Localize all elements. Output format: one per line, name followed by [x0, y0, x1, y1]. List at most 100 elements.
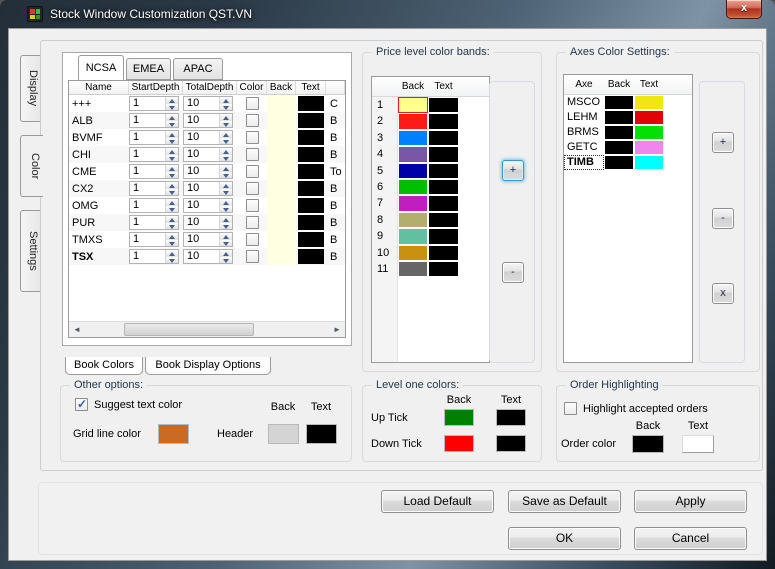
- back-color-cell[interactable]: [267, 197, 296, 214]
- band-back-swatch[interactable]: [398, 261, 428, 277]
- text-color-cell[interactable]: [296, 129, 326, 146]
- column-header[interactable]: StartDepth: [129, 81, 183, 94]
- axis-text-swatch[interactable]: [634, 155, 664, 170]
- axis-name[interactable]: BRMS: [564, 125, 604, 140]
- back-color-cell[interactable]: [267, 112, 296, 129]
- color-checkbox[interactable]: [245, 97, 259, 110]
- axis-text-swatch[interactable]: [634, 110, 664, 125]
- axis-name[interactable]: TIMB: [564, 155, 604, 170]
- color-checkbox[interactable]: [245, 131, 259, 144]
- header-text-swatch[interactable]: [306, 424, 337, 444]
- start-depth-spinner[interactable]: 1: [129, 147, 183, 162]
- start-depth-spinner[interactable]: 1: [129, 96, 183, 111]
- order-back-swatch[interactable]: [632, 435, 664, 453]
- column-header[interactable]: Back: [267, 81, 296, 94]
- remove-axis-button[interactable]: -: [712, 208, 734, 229]
- axis-text-swatch[interactable]: [634, 140, 664, 155]
- ok-button[interactable]: OK: [508, 527, 621, 550]
- scroll-right-icon[interactable]: ►: [329, 322, 345, 337]
- spinner-arrows-icon[interactable]: [165, 131, 178, 144]
- spinner-arrows-icon[interactable]: [165, 199, 178, 212]
- total-depth-spinner[interactable]: 10: [183, 181, 237, 196]
- order-text-swatch[interactable]: [682, 435, 714, 453]
- spinner-arrows-icon[interactable]: [165, 216, 178, 229]
- spinner-arrows-icon[interactable]: [219, 131, 232, 144]
- band-text-swatch[interactable]: [428, 97, 459, 113]
- text-color-cell[interactable]: [296, 180, 326, 197]
- start-depth-spinner[interactable]: 1: [129, 130, 183, 145]
- text-color-cell[interactable]: [296, 214, 326, 231]
- start-depth-spinner[interactable]: 1: [129, 249, 183, 264]
- total-depth-spinner[interactable]: 10: [183, 130, 237, 145]
- axes-table[interactable]: Axe Back Text MSCO LEHM BRMS GETC TIMB: [563, 74, 693, 363]
- color-checkbox[interactable]: [245, 216, 259, 229]
- save-as-default-button[interactable]: Save as Default: [508, 490, 621, 513]
- band-text-swatch[interactable]: [428, 146, 459, 162]
- color-checkbox[interactable]: [245, 114, 259, 127]
- axis-text-swatch[interactable]: [634, 125, 664, 140]
- band-text-swatch[interactable]: [428, 163, 459, 179]
- apply-button[interactable]: Apply: [634, 490, 747, 513]
- color-checkbox[interactable]: [245, 182, 259, 195]
- spinner-arrows-icon[interactable]: [219, 114, 232, 127]
- text-color-cell[interactable]: [296, 248, 326, 265]
- total-depth-spinner[interactable]: 10: [183, 249, 237, 264]
- band-text-swatch[interactable]: [428, 179, 459, 195]
- spinner-arrows-icon[interactable]: [219, 233, 232, 246]
- axis-text-swatch[interactable]: [634, 95, 664, 110]
- tab-settings[interactable]: Settings: [20, 210, 41, 292]
- axis-back-swatch[interactable]: [604, 125, 634, 140]
- band-back-swatch[interactable]: [398, 113, 428, 129]
- band-back-swatch[interactable]: [398, 146, 428, 162]
- up-tick-text-swatch[interactable]: [496, 409, 526, 426]
- spinner-arrows-icon[interactable]: [165, 165, 178, 178]
- color-checkbox[interactable]: [245, 165, 259, 178]
- tab-book-display-options[interactable]: Book Display Options: [145, 357, 271, 375]
- spinner-arrows-icon[interactable]: [219, 199, 232, 212]
- total-depth-spinner[interactable]: 10: [183, 215, 237, 230]
- tab-emea[interactable]: EMEA: [126, 58, 171, 80]
- column-header[interactable]: Name: [69, 81, 129, 94]
- column-header[interactable]: Text: [296, 81, 326, 94]
- color-checkbox[interactable]: [245, 199, 259, 212]
- band-text-swatch[interactable]: [428, 212, 459, 228]
- back-color-cell[interactable]: [267, 214, 296, 231]
- band-text-swatch[interactable]: [428, 228, 459, 244]
- tab-ncsa[interactable]: NCSA: [78, 55, 124, 80]
- text-color-cell[interactable]: [296, 112, 326, 129]
- spinner-arrows-icon[interactable]: [219, 182, 232, 195]
- start-depth-spinner[interactable]: 1: [129, 215, 183, 230]
- band-text-swatch[interactable]: [428, 130, 459, 146]
- back-color-cell[interactable]: [267, 146, 296, 163]
- column-header[interactable]: Color: [237, 81, 267, 94]
- back-color-cell[interactable]: [267, 95, 296, 112]
- spinner-arrows-icon[interactable]: [165, 114, 178, 127]
- back-color-cell[interactable]: [267, 180, 296, 197]
- title-bar[interactable]: Stock Window Customization QST.VN x: [0, 0, 775, 28]
- up-tick-back-swatch[interactable]: [444, 409, 474, 426]
- spinner-arrows-icon[interactable]: [219, 165, 232, 178]
- back-color-cell[interactable]: [267, 248, 296, 265]
- spinner-arrows-icon[interactable]: [165, 250, 178, 263]
- add-band-button[interactable]: +: [502, 160, 524, 181]
- text-color-cell[interactable]: [296, 146, 326, 163]
- total-depth-spinner[interactable]: 10: [183, 96, 237, 111]
- band-back-swatch[interactable]: [398, 245, 428, 261]
- scroll-left-icon[interactable]: ◄: [69, 322, 85, 337]
- band-back-swatch[interactable]: [398, 96, 428, 114]
- text-color-cell[interactable]: [296, 197, 326, 214]
- tab-color[interactable]: Color: [20, 135, 43, 197]
- column-header[interactable]: [326, 81, 345, 94]
- spinner-arrows-icon[interactable]: [165, 97, 178, 110]
- band-text-swatch[interactable]: [428, 245, 459, 261]
- color-checkbox[interactable]: [245, 148, 259, 161]
- scrollbar-thumb[interactable]: [124, 323, 254, 336]
- axis-back-swatch[interactable]: [604, 155, 634, 170]
- spinner-arrows-icon[interactable]: [165, 148, 178, 161]
- spinner-arrows-icon[interactable]: [165, 233, 178, 246]
- band-back-swatch[interactable]: [398, 212, 428, 228]
- total-depth-spinner[interactable]: 10: [183, 113, 237, 128]
- axis-back-swatch[interactable]: [604, 95, 634, 110]
- band-text-swatch[interactable]: [428, 195, 459, 211]
- start-depth-spinner[interactable]: 1: [129, 113, 183, 128]
